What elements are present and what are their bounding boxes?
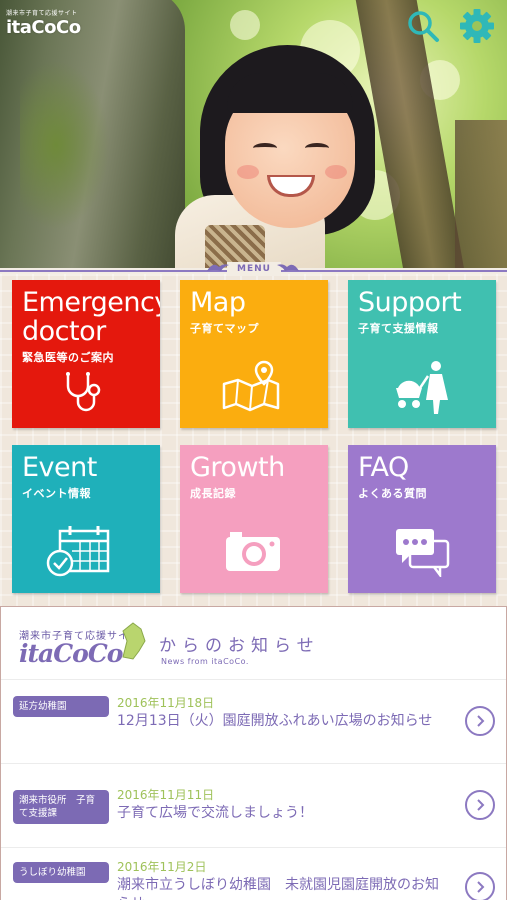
- bird-left-icon: [207, 264, 229, 271]
- bokeh-light: [230, 10, 260, 40]
- news-header: 潮来市子育て応援サイト itaCoCo からのお知らせ News from it…: [1, 607, 506, 677]
- news-subheading: News from itaCoCo.: [161, 657, 249, 666]
- tile-subtitle: よくある質問: [358, 487, 427, 500]
- map-icon: [222, 360, 280, 412]
- news-heading: からのお知らせ: [159, 636, 320, 656]
- news-title: 潮来市立うしぼり幼稚園 未就園児園庭開放のお知らせ: [117, 877, 439, 900]
- camera-icon: [226, 532, 280, 571]
- search-icon[interactable]: [405, 8, 441, 44]
- chevron-right-icon[interactable]: [465, 706, 495, 736]
- menu-label: MENU: [227, 262, 281, 276]
- tile-title-line2: doctor: [22, 316, 106, 347]
- app-logo[interactable]: 潮来市子育て応援サイト itaCoCo: [6, 8, 86, 38]
- news-item[interactable]: 潮来市役所 子育て支援課 2016年11月11日 子育て広場で交流しましょう！: [1, 763, 506, 847]
- menu-tile-growth[interactable]: Growth 成長記録: [180, 445, 328, 593]
- news-brand-name: itaCoCo: [19, 639, 123, 668]
- tile-title: Map: [190, 287, 246, 318]
- news-date: 2016年11月11日: [117, 788, 215, 802]
- menu-tile-faq[interactable]: FAQ よくある質問: [348, 445, 496, 593]
- news-org-badge: 潮来市役所 子育て支援課: [13, 790, 109, 824]
- tile-subtitle: 緊急医等のご案内: [22, 351, 114, 364]
- tile-title: FAQ: [358, 452, 409, 483]
- logo-tagline: 潮来市子育て応援サイト: [6, 10, 78, 17]
- tree-trunk-far-right: [455, 120, 507, 268]
- menu-tile-support[interactable]: Support 子育て支援情報: [348, 280, 496, 428]
- tile-subtitle: イベント情報: [22, 487, 91, 500]
- chat-icon: [396, 529, 450, 577]
- tile-title: Event: [22, 452, 97, 483]
- menu-tile-emergency[interactable]: Emergency doctor 緊急医等のご案内: [12, 280, 160, 428]
- ibaraki-map-icon: [122, 622, 146, 660]
- news-title: 12月13日（火）園庭開放ふれあい広場のお知らせ: [117, 713, 433, 729]
- tile-subtitle: 成長記録: [190, 487, 236, 500]
- news-org-badge: 延方幼稚園: [13, 696, 109, 717]
- news-item[interactable]: 延方幼稚園 2016年11月18日 12月13日（火）園庭開放ふれあい広場のお知…: [1, 679, 506, 763]
- bird-right-icon: [277, 264, 299, 271]
- chevron-right-icon[interactable]: [465, 872, 495, 900]
- chevron-right-icon[interactable]: [465, 790, 495, 820]
- news-item[interactable]: うしぼり幼稚園 2016年11月2日 潮来市立うしぼり幼稚園 未就園児園庭開放の…: [1, 847, 506, 900]
- tree-moss: [20, 60, 110, 230]
- tile-title: Growth: [190, 452, 285, 483]
- news-title: 子育て広場で交流しましょう！: [117, 805, 313, 821]
- menu-tile-map[interactable]: Map 子育てマップ: [180, 280, 328, 428]
- stethoscope-icon: [66, 372, 101, 412]
- logo-name: itaCoCo: [6, 17, 81, 38]
- menu-tile-event[interactable]: Event イベント情報: [12, 445, 160, 593]
- tile-subtitle: 子育て支援情報: [358, 322, 439, 335]
- news-date: 2016年11月2日: [117, 860, 207, 874]
- smiling-child: [175, 45, 385, 268]
- gear-icon[interactable]: [459, 8, 495, 44]
- news-date: 2016年11月18日: [117, 696, 215, 710]
- tile-subtitle: 子育てマップ: [190, 322, 259, 335]
- calendar-icon: [46, 526, 110, 577]
- news-org-badge: うしぼり幼稚園: [13, 862, 109, 883]
- tile-title: Emergency: [22, 287, 160, 318]
- stroller-icon: [396, 361, 448, 414]
- news-section: 潮来市子育て応援サイト itaCoCo からのお知らせ News from it…: [0, 606, 507, 900]
- tile-title: Support: [358, 287, 462, 318]
